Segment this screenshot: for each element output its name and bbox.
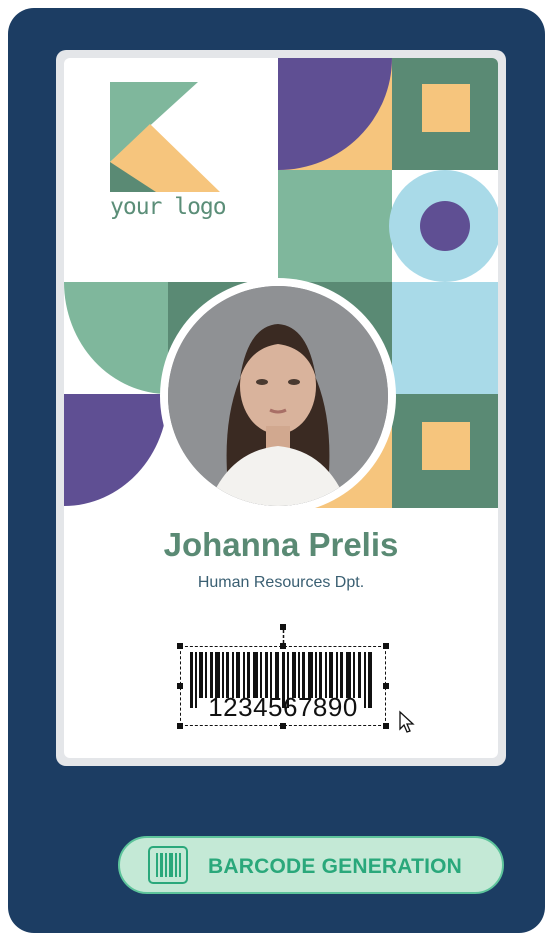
app-background: your logo Johanna Prelis Human Resources… bbox=[8, 8, 545, 933]
resize-handle-right[interactable] bbox=[383, 683, 389, 689]
resize-handle-bottom-left[interactable] bbox=[177, 723, 183, 729]
employee-photo bbox=[168, 286, 388, 506]
barcode-generation-badge[interactable]: BARCODE GENERATION bbox=[118, 836, 504, 894]
mouse-cursor-icon bbox=[399, 710, 415, 733]
resize-handle-bottom[interactable] bbox=[280, 723, 286, 729]
resize-handle-left[interactable] bbox=[177, 683, 183, 689]
barcode-generation-label: BARCODE GENERATION bbox=[208, 855, 463, 878]
resize-handle-top[interactable] bbox=[280, 643, 286, 649]
resize-handle-top-right[interactable] bbox=[383, 643, 389, 649]
id-card-face: your logo Johanna Prelis Human Resources… bbox=[64, 58, 498, 758]
barcode-number: 1234567890 bbox=[208, 692, 358, 722]
barcode-object[interactable]: 1234567890 bbox=[177, 624, 390, 729]
resize-handle-top-left[interactable] bbox=[177, 643, 183, 649]
company-logo bbox=[110, 82, 220, 192]
id-card[interactable]: your logo Johanna Prelis Human Resources… bbox=[56, 50, 506, 766]
employee-department: Human Resources Dpt. bbox=[197, 574, 365, 591]
photo-frame bbox=[160, 278, 396, 514]
employee-name: Johanna Prelis bbox=[163, 526, 399, 563]
logo-text: your logo bbox=[110, 194, 227, 220]
resize-handle-bottom-right[interactable] bbox=[383, 723, 389, 729]
barcode-icon bbox=[148, 846, 188, 884]
